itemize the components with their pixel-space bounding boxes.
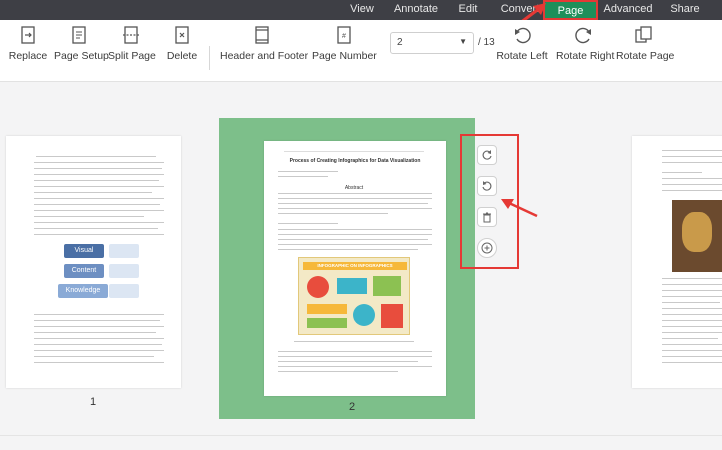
page-thumbnail-3[interactable] — [632, 136, 722, 388]
split-page-button[interactable]: Split Page — [108, 24, 156, 62]
page-number-label: Page Number — [312, 50, 377, 62]
header-footer-icon — [255, 26, 269, 44]
page-label-2: 2 — [349, 401, 356, 413]
rotate-page-label: Rotate Page — [616, 50, 675, 62]
insert-page-button[interactable] — [477, 238, 497, 258]
rotate-right-icon — [482, 150, 492, 160]
rotate-right-page-button[interactable] — [477, 145, 497, 165]
page-2-title: Process of Creating Infographics for Dat… — [289, 158, 421, 164]
delete-page-icon — [175, 26, 189, 44]
replace-icon — [21, 26, 35, 44]
rotate-left-page-button[interactable] — [477, 176, 497, 196]
annotation-arrow-icon — [501, 199, 538, 218]
split-page-label: Split Page — [108, 50, 156, 62]
page-total: / 13 — [478, 37, 495, 48]
replace-button[interactable]: Replace — [8, 24, 48, 62]
rotate-right-icon — [575, 27, 591, 44]
header-footer-label: Header and Footer — [220, 50, 309, 62]
trash-icon — [483, 212, 491, 223]
delete-button[interactable]: Delete — [164, 24, 200, 62]
page-setup-icon — [72, 26, 86, 44]
page-select[interactable]: 2 ▼ — [390, 32, 474, 54]
tab-share[interactable]: Share — [662, 0, 708, 20]
chevron-down-icon: ▼ — [459, 37, 467, 46]
add-icon — [481, 242, 493, 254]
tab-edit[interactable]: Edit — [448, 0, 488, 20]
infographic-title: INFOGRAPHIC ON INFOGRAPHICS — [303, 262, 407, 270]
rotate-left-icon — [515, 27, 531, 44]
page-3-image — [672, 200, 722, 272]
delete-label: Delete — [166, 50, 198, 62]
svg-text:#: # — [342, 33, 346, 40]
tab-annotate[interactable]: Annotate — [388, 0, 444, 20]
toolbar-divider — [209, 46, 210, 70]
header-footer-button[interactable]: Header and Footer — [220, 24, 308, 62]
rotate-left-label: Rotate Left — [496, 50, 548, 62]
page-setup-button[interactable]: Page Setup — [54, 24, 109, 62]
diagram-box-content: Content — [64, 264, 104, 278]
rotate-page-button[interactable]: Rotate Page — [616, 24, 674, 62]
page-select-value: 2 — [397, 37, 403, 48]
diagram-box-knowledge: Knowledge — [58, 284, 108, 298]
page-label-1: 1 — [90, 396, 97, 408]
infographic-image: INFOGRAPHIC ON INFOGRAPHICS — [298, 257, 410, 335]
rotate-left-button[interactable]: Rotate Left — [496, 24, 548, 62]
rotate-left-icon — [482, 181, 492, 191]
page-number-button[interactable]: # Page Number — [312, 24, 377, 62]
rotate-page-icon — [635, 26, 652, 43]
page-thumbnail-1[interactable]: Visual Content Knowledge — [6, 136, 181, 388]
bottom-divider — [0, 435, 722, 436]
rotate-right-label: Rotate Right — [556, 50, 615, 62]
page-number-icon: # — [337, 26, 351, 44]
page-setup-label: Page Setup — [54, 50, 109, 62]
menu-bar: View Annotate Edit Convert Page Advanced… — [0, 0, 722, 20]
rotate-right-button[interactable]: Rotate Right — [556, 24, 615, 62]
page-thumbnail-2[interactable]: Process of Creating Infographics for Dat… — [264, 141, 446, 396]
diagram-box-visual: Visual — [64, 244, 104, 258]
tab-advanced[interactable]: Advanced — [600, 0, 656, 20]
split-page-icon — [123, 26, 139, 44]
page-2-section-heading: Abstract — [344, 185, 364, 191]
replace-label: Replace — [8, 50, 48, 62]
tab-view[interactable]: View — [338, 0, 386, 20]
delete-page-button[interactable] — [477, 207, 497, 227]
